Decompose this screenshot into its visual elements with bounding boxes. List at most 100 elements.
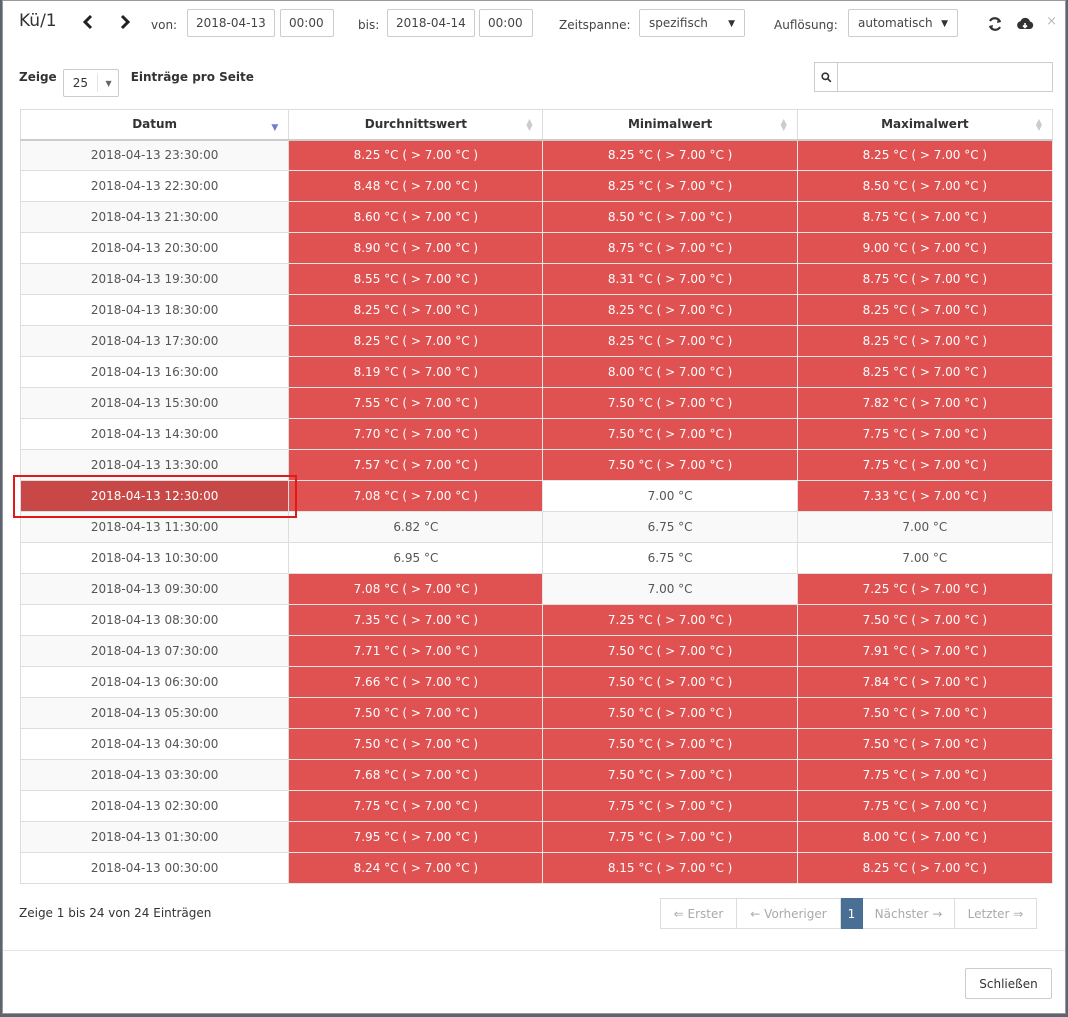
cell-average: 7.68 °C ( > 7.00 °C ) (288, 759, 544, 791)
pager-previous[interactable]: ← Vorheriger (737, 898, 841, 929)
cloud-download-icon[interactable] (1016, 16, 1034, 32)
cell-minimum: 8.25 °C ( > 7.00 °C ) (542, 170, 798, 202)
caret-down-icon: ▼ (105, 79, 112, 88)
table-row[interactable]: 2018-04-13 01:30:00 7.95 °C ( > 7.00 °C )… (19, 821, 1054, 853)
cell-minimum: 6.75 °C (542, 511, 798, 543)
to-time-input[interactable]: 00:00 (479, 9, 533, 37)
cell-maximum: 7.25 °C ( > 7.00 °C ) (796, 573, 1054, 605)
table-row[interactable]: 2018-04-13 00:30:00 8.24 °C ( > 7.00 °C )… (19, 852, 1054, 884)
pager-page-1[interactable]: 1 (841, 898, 863, 929)
pager-next[interactable]: Nächster → (863, 898, 955, 929)
cell-average: 6.95 °C (288, 542, 544, 574)
table-row[interactable]: 2018-04-13 11:30:00 6.82 °C 6.75 °C 7.00 °C (19, 511, 1054, 543)
table-row[interactable]: 2018-04-13 14:30:00 7.70 °C ( > 7.00 °C )… (19, 418, 1054, 450)
cell-average: 7.70 °C ( > 7.00 °C ) (288, 418, 544, 450)
from-time-input[interactable]: 00:00 (280, 9, 334, 37)
sort-icon: ▲ ▼ (1035, 117, 1042, 132)
cell-maximum: 7.75 °C ( > 7.00 °C ) (796, 790, 1054, 822)
cell-datum: 2018-04-13 04:30:00 (19, 728, 290, 760)
column-header-label: Datum (132, 117, 178, 132)
pager-first[interactable]: ⇐ Erster (660, 898, 737, 929)
cell-datum: 2018-04-13 09:30:00 (19, 573, 290, 605)
column-header-average[interactable]: Durchnittswert ▲ ▼ (288, 109, 544, 141)
sort-desc-icon: ▼ (271, 123, 279, 133)
cell-average: 8.90 °C ( > 7.00 °C ) (288, 232, 544, 264)
resolution-select[interactable]: automatisch ▼ (848, 9, 958, 37)
column-header-label: Minimalwert (627, 117, 713, 132)
table-info: Zeige 1 bis 24 von 24 Einträgen (19, 906, 212, 920)
table-row[interactable]: 2018-04-13 18:30:00 8.25 °C ( > 7.00 °C )… (19, 294, 1054, 326)
table-row[interactable]: 2018-04-13 20:30:00 8.90 °C ( > 7.00 °C )… (19, 232, 1054, 264)
table-row[interactable]: 2018-04-13 13:30:00 7.57 °C ( > 7.00 °C )… (19, 449, 1054, 481)
table-row[interactable]: 2018-04-13 23:30:00 8.25 °C ( > 7.00 °C )… (19, 139, 1054, 171)
cell-datum: 2018-04-13 19:30:00 (19, 263, 290, 295)
dialog-title: Kü/1 (19, 11, 57, 31)
cell-datum: 2018-04-13 05:30:00 (19, 697, 290, 729)
cell-minimum: 7.50 °C ( > 7.00 °C ) (542, 418, 798, 450)
cell-minimum: 8.25 °C ( > 7.00 °C ) (542, 325, 798, 357)
column-header-label: Maximalwert (881, 117, 969, 132)
cell-maximum: 7.82 °C ( > 7.00 °C ) (796, 387, 1054, 419)
cell-datum: 2018-04-13 21:30:00 (19, 201, 290, 233)
table-row[interactable]: 2018-04-13 05:30:00 7.50 °C ( > 7.00 °C )… (19, 697, 1054, 729)
table-row[interactable]: 2018-04-13 08:30:00 7.35 °C ( > 7.00 °C )… (19, 604, 1054, 636)
cell-minimum: 7.75 °C ( > 7.00 °C ) (542, 821, 798, 853)
span-label: Zeitspanne: (559, 18, 631, 32)
span-select[interactable]: spezifisch ▼ (639, 9, 745, 37)
cell-minimum: 8.50 °C ( > 7.00 °C ) (542, 201, 798, 233)
sort-icon: ▲ ▼ (780, 117, 787, 132)
cell-minimum: 7.50 °C ( > 7.00 °C ) (542, 728, 798, 760)
refresh-icon[interactable] (987, 16, 1003, 32)
cell-maximum: 8.75 °C ( > 7.00 °C ) (796, 263, 1054, 295)
search-button[interactable] (814, 62, 837, 92)
column-header-datum[interactable]: Datum ▼ (19, 109, 290, 141)
cell-average: 8.60 °C ( > 7.00 °C ) (288, 201, 544, 233)
chevron-right-icon[interactable] (118, 12, 132, 32)
footer-divider (3, 950, 1065, 951)
table-row[interactable]: 2018-04-13 17:30:00 8.25 °C ( > 7.00 °C )… (19, 325, 1054, 357)
cell-minimum: 7.50 °C ( > 7.00 °C ) (542, 666, 798, 698)
cell-minimum: 7.50 °C ( > 7.00 °C ) (542, 387, 798, 419)
cell-datum: 2018-04-13 02:30:00 (19, 790, 290, 822)
cell-maximum: 7.33 °C ( > 7.00 °C ) (796, 480, 1054, 512)
table-row[interactable]: 2018-04-13 19:30:00 8.55 °C ( > 7.00 °C )… (19, 263, 1054, 295)
data-table: Datum ▼ Durchnittswert ▲ ▼ Minimalwert ▲ ▼ Ma… (19, 109, 1054, 884)
cell-maximum: 7.00 °C (796, 542, 1054, 574)
cell-datum: 2018-04-13 06:30:00 (19, 666, 290, 698)
search-input[interactable] (837, 62, 1053, 92)
table-row[interactable]: 2018-04-13 06:30:00 7.66 °C ( > 7.00 °C )… (19, 666, 1054, 698)
table-row[interactable]: 2018-04-13 03:30:00 7.68 °C ( > 7.00 °C )… (19, 759, 1054, 791)
to-label: bis: (358, 18, 380, 32)
column-header-minimum[interactable]: Minimalwert ▲ ▼ (542, 109, 798, 141)
table-row[interactable]: 2018-04-13 10:30:00 6.95 °C 6.75 °C 7.00 °C (19, 542, 1054, 574)
table-row[interactable]: 2018-04-13 07:30:00 7.71 °C ( > 7.00 °C )… (19, 635, 1054, 667)
table-row[interactable]: 2018-04-13 09:30:00 7.08 °C ( > 7.00 °C )… (19, 573, 1054, 605)
cell-average: 7.50 °C ( > 7.00 °C ) (288, 697, 544, 729)
close-button[interactable]: Schließen (965, 968, 1052, 999)
cell-maximum: 9.00 °C ( > 7.00 °C ) (796, 232, 1054, 264)
chevron-left-icon[interactable] (81, 12, 95, 32)
table-row[interactable]: 2018-04-13 04:30:00 7.50 °C ( > 7.00 °C )… (19, 728, 1054, 760)
cell-maximum: 7.50 °C ( > 7.00 °C ) (796, 728, 1054, 760)
cell-maximum: 7.84 °C ( > 7.00 °C ) (796, 666, 1054, 698)
table-row[interactable]: 2018-04-13 12:30:00 7.08 °C ( > 7.00 °C )… (19, 480, 1054, 512)
table-row[interactable]: 2018-04-13 02:30:00 7.75 °C ( > 7.00 °C )… (19, 790, 1054, 822)
table-row[interactable]: 2018-04-13 15:30:00 7.55 °C ( > 7.00 °C )… (19, 387, 1054, 419)
cell-average: 8.19 °C ( > 7.00 °C ) (288, 356, 544, 388)
column-header-label: Durchnittswert (364, 117, 467, 132)
table-row[interactable]: 2018-04-13 21:30:00 8.60 °C ( > 7.00 °C )… (19, 201, 1054, 233)
pager-last[interactable]: Letzter ⇒ (955, 898, 1037, 929)
from-date-input[interactable]: 2018-04-13 (187, 9, 275, 37)
cell-minimum: 8.00 °C ( > 7.00 °C ) (542, 356, 798, 388)
cell-maximum: 7.75 °C ( > 7.00 °C ) (796, 418, 1054, 450)
close-icon[interactable]: × (1046, 14, 1057, 29)
to-date-input[interactable]: 2018-04-14 (387, 9, 475, 37)
column-header-maximum[interactable]: Maximalwert ▲ ▼ (796, 109, 1054, 141)
cell-minimum: 8.31 °C ( > 7.00 °C ) (542, 263, 798, 295)
table-row[interactable]: 2018-04-13 16:30:00 8.19 °C ( > 7.00 °C )… (19, 356, 1054, 388)
cell-minimum: 8.75 °C ( > 7.00 °C ) (542, 232, 798, 264)
table-row[interactable]: 2018-04-13 22:30:00 8.48 °C ( > 7.00 °C )… (19, 170, 1054, 202)
page-size-select[interactable]: 25 ▼ (62, 69, 119, 97)
cell-maximum: 8.25 °C ( > 7.00 °C ) (796, 356, 1054, 388)
cell-maximum: 8.50 °C ( > 7.00 °C ) (796, 170, 1054, 202)
